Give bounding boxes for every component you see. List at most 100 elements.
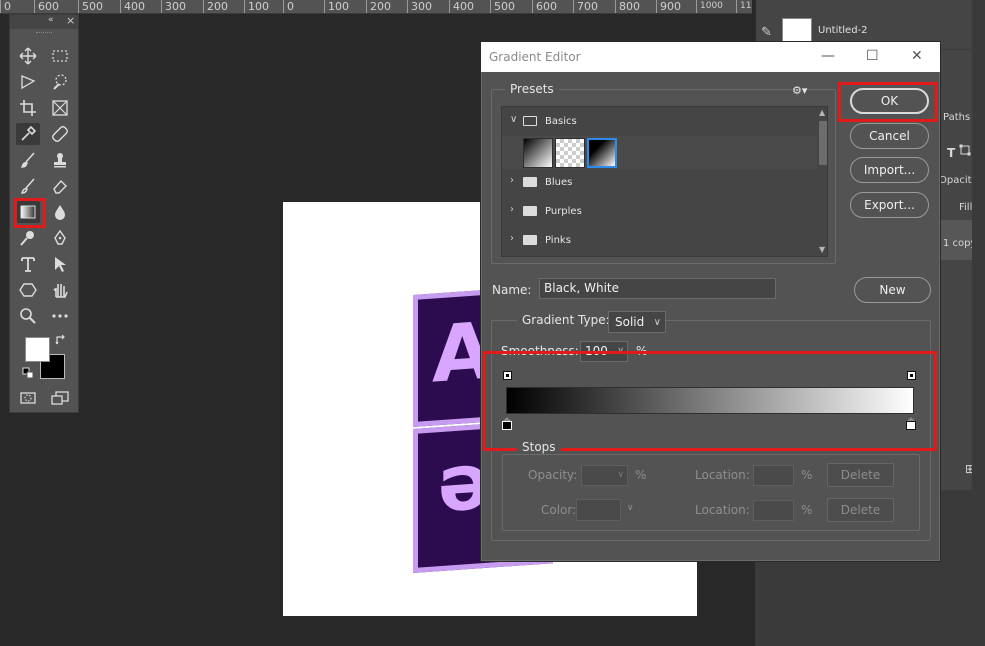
ruler-tick: 900 <box>656 0 681 13</box>
frame-tool-icon[interactable] <box>48 97 72 119</box>
ruler-tick: 400 <box>120 0 145 13</box>
crop-tool-icon[interactable] <box>16 97 40 119</box>
gradient-type-select[interactable]: Solid ∨ <box>608 311 666 333</box>
ruler-tick: 1000 <box>696 0 723 13</box>
gradient-swatch[interactable] <box>555 138 585 168</box>
folder-name: Purples <box>545 206 582 217</box>
stops-label: Stops <box>517 440 561 454</box>
ruler-tick: 600 <box>532 0 557 13</box>
scroll-thumb[interactable] <box>819 121 827 165</box>
presets-list[interactable]: ∨ Basics › Blues › Purples › Pinks ▲ ▼ <box>501 106 828 257</box>
path-selection-tool-icon[interactable] <box>48 253 72 275</box>
blur-tool-icon[interactable] <box>48 201 72 223</box>
close-icon[interactable]: × <box>66 14 75 27</box>
ruler-tick: 200 <box>366 0 391 13</box>
basics-swatches <box>502 136 817 169</box>
scroll-down-icon[interactable]: ▼ <box>819 245 825 254</box>
zoom-tool-icon[interactable] <box>16 305 40 327</box>
stop-opacity-field: ∨ <box>581 465 628 486</box>
folder-icon <box>523 116 537 126</box>
eraser-tool-icon[interactable] <box>48 175 72 197</box>
scroll-up-icon[interactable]: ▲ <box>819 108 825 117</box>
chevron-down-icon[interactable]: ∨ <box>510 114 517 125</box>
paths-tab[interactable]: Paths <box>943 112 970 123</box>
minimize-icon[interactable]: — <box>821 48 835 64</box>
delete-color-stop-button: Delete <box>827 498 894 522</box>
ruler-tick: 700 <box>573 0 598 13</box>
chevron-right-icon[interactable]: › <box>510 175 514 186</box>
marquee-tool-icon[interactable] <box>48 45 72 67</box>
shape-tool-icon[interactable] <box>16 279 40 301</box>
close-icon[interactable]: ✕ <box>911 48 923 64</box>
healing-brush-tool-icon[interactable] <box>48 123 72 145</box>
folder-icon <box>523 177 537 187</box>
ruler-tick: 500 <box>490 0 515 13</box>
presets-scrollbar[interactable]: ▲ ▼ <box>817 107 827 256</box>
gear-icon[interactable]: ⚙▾ <box>792 84 807 97</box>
ruler-tick: 110 <box>736 0 752 13</box>
gradient-swatch[interactable] <box>523 138 553 168</box>
ruler-tick: 200 <box>203 0 228 13</box>
cancel-button[interactable]: Cancel <box>850 123 929 149</box>
more-tools-icon[interactable] <box>48 305 72 327</box>
quick-selection-tool-icon[interactable] <box>48 71 72 93</box>
lasso-tool-icon[interactable] <box>16 71 40 93</box>
gradient-type-label: Gradient Type: <box>517 313 615 327</box>
tools-panel-header: « × <box>10 14 78 29</box>
shape-filter-icon[interactable] <box>959 144 971 159</box>
folder-icon <box>523 206 537 216</box>
ruler-tick: 100 <box>324 0 349 13</box>
delete-opacity-stop-button: Delete <box>827 463 894 487</box>
gradient-type-value: Solid <box>615 315 645 329</box>
stop-location-field <box>753 465 794 486</box>
chevron-right-icon[interactable]: › <box>510 204 514 215</box>
maximize-icon[interactable]: ☐ <box>866 48 879 64</box>
gradient-bar-highlight <box>483 351 937 451</box>
dodge-tool-icon[interactable] <box>16 227 40 249</box>
clone-stamp-tool-icon[interactable] <box>48 149 72 171</box>
preset-folder[interactable]: › Blues <box>502 168 817 197</box>
swap-colors-icon[interactable] <box>54 333 68 347</box>
dialog-title: Gradient Editor <box>489 50 581 64</box>
presets-label: Presets <box>505 82 559 96</box>
export-button[interactable]: Export... <box>850 192 929 218</box>
stop-location-label: Location: <box>695 503 750 517</box>
stop-color-label: Color: <box>541 503 577 517</box>
collapse-icon[interactable]: « <box>48 15 54 25</box>
preset-folder[interactable]: ∨ Basics <box>502 107 817 136</box>
new-button[interactable]: New <box>854 277 931 303</box>
ruler-tick: 400 <box>449 0 474 13</box>
name-label: Name: <box>492 283 532 297</box>
type-tool-icon[interactable] <box>16 253 40 275</box>
dialog-title-bar[interactable]: Gradient Editor — ☐ ✕ <box>481 42 940 72</box>
quick-mask-icon[interactable] <box>16 387 40 409</box>
panel-scroll-area <box>972 0 985 646</box>
import-button[interactable]: Import... <box>850 157 929 183</box>
history-brush-tool-icon[interactable] <box>16 175 40 197</box>
ruler-tick: 300 <box>161 0 186 13</box>
gradient-tool-highlight <box>14 198 46 228</box>
stop-location-field <box>753 500 794 521</box>
move-tool-icon[interactable] <box>16 45 40 67</box>
layers-panel: Paths T Opacity: Fill: 1 copy ⊞ <box>939 102 980 490</box>
ruler-tick: 600 <box>34 0 59 13</box>
brush-tool-icon[interactable] <box>16 149 40 171</box>
percent-sign: % <box>801 468 813 482</box>
folder-name: Blues <box>545 177 573 188</box>
screen-mode-icon[interactable] <box>48 387 72 409</box>
type-filter-icon[interactable]: T <box>947 146 955 160</box>
eyedropper-tool-icon[interactable] <box>16 123 40 145</box>
preset-folder[interactable]: › Pinks <box>502 226 817 255</box>
ruler-tick: 500 <box>78 0 103 13</box>
chevron-right-icon[interactable]: › <box>510 233 514 244</box>
foreground-color-swatch[interactable] <box>25 337 50 362</box>
pen-tool-icon[interactable] <box>48 227 72 249</box>
preset-folder[interactable]: › Purples <box>502 197 817 226</box>
folder-icon <box>523 235 537 245</box>
percent-sign: % <box>801 503 813 517</box>
hand-tool-icon[interactable] <box>48 279 72 301</box>
default-colors-icon[interactable] <box>22 367 36 381</box>
gradient-swatch-selected[interactable] <box>587 138 617 168</box>
panel-grip[interactable] <box>10 29 78 37</box>
gradient-name-field[interactable]: Black, White <box>539 278 776 299</box>
